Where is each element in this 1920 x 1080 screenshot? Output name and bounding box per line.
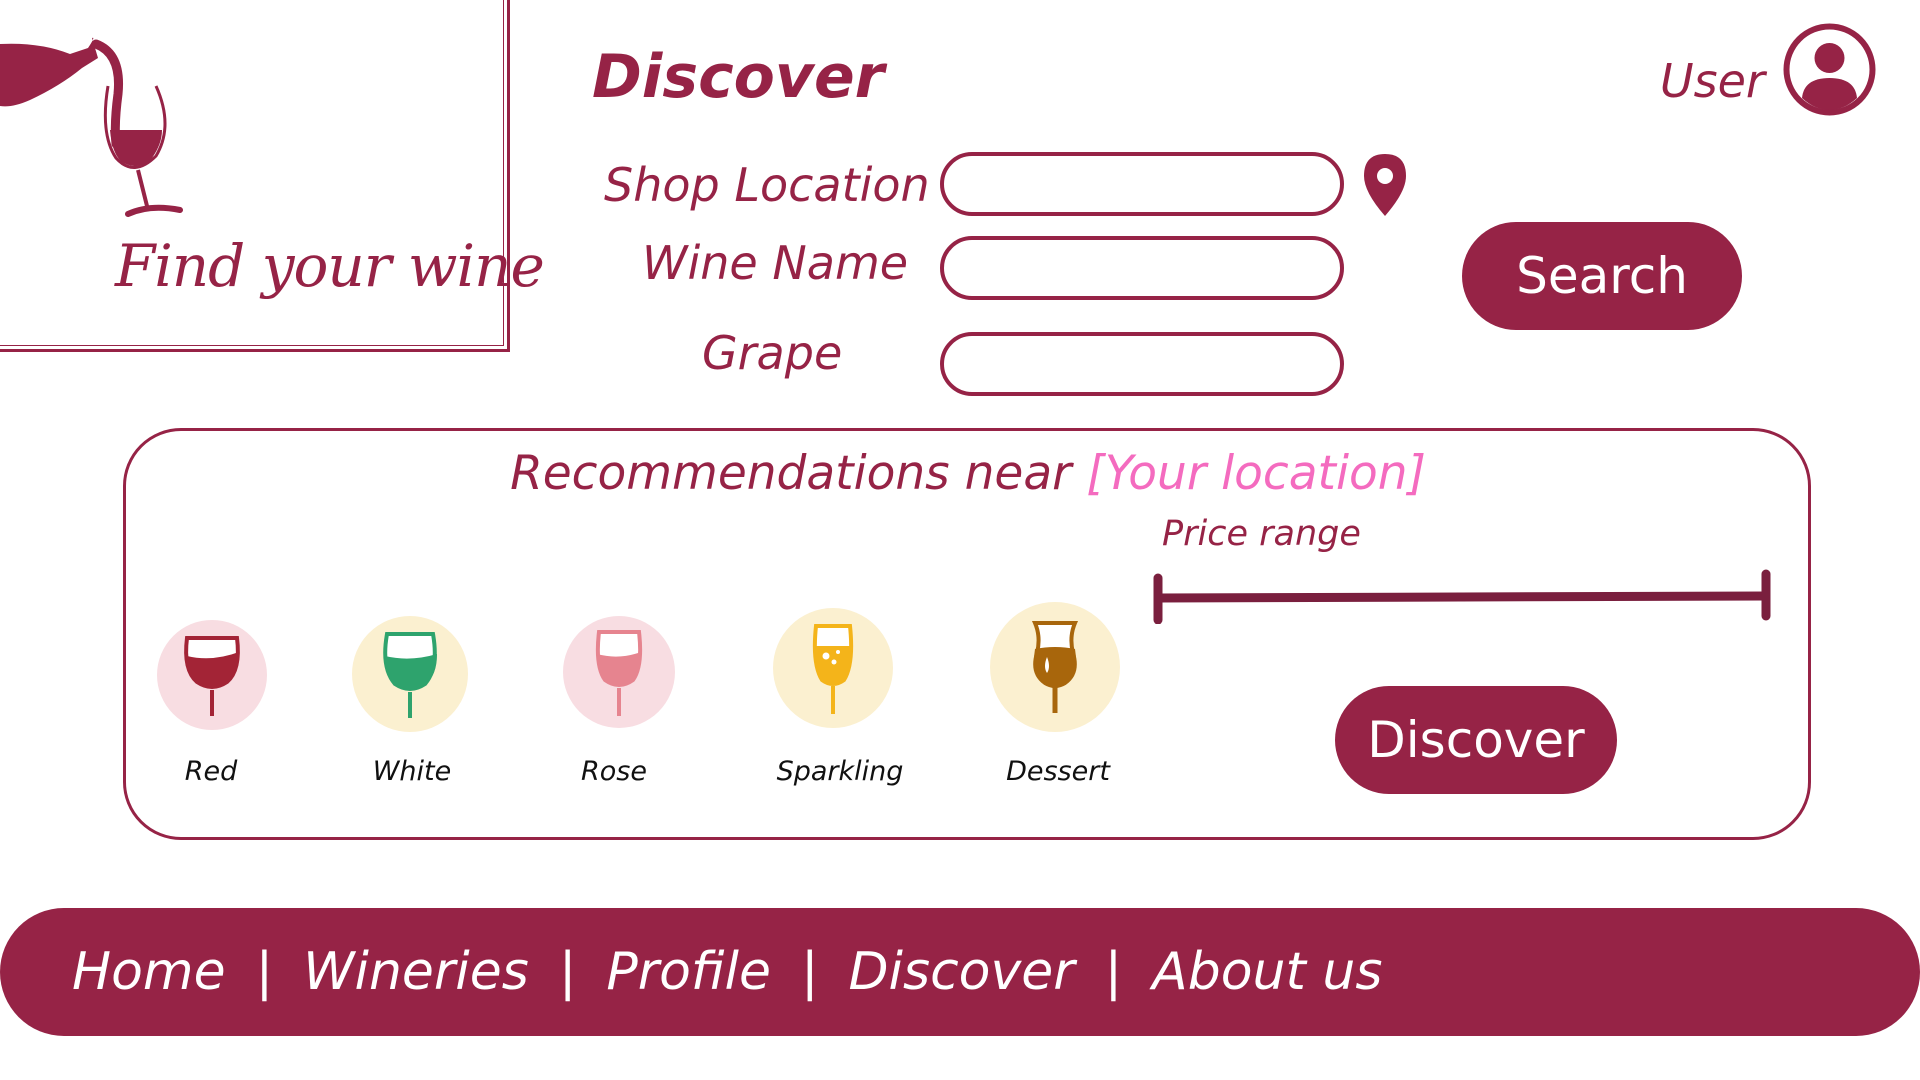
shop-location-label: Shop Location (604, 158, 930, 212)
recommendations-title-prefix: Recommendations near (510, 446, 1087, 501)
discover-button[interactable]: Discover (1335, 686, 1617, 794)
rose-wine-glass-icon (563, 616, 675, 728)
wine-type-rose[interactable] (563, 616, 675, 728)
price-range-label: Price range (1162, 514, 1361, 554)
wine-type-dessert[interactable] (990, 602, 1120, 732)
price-range-slider[interactable] (1148, 568, 1778, 624)
white-wine-glass-icon (352, 616, 468, 732)
wine-type-label: Sparkling (776, 756, 904, 787)
grape-label: Grape (702, 326, 843, 380)
recommendations-title: Recommendations near [Your location] (0, 446, 1920, 501)
wine-type-label: Dessert (1006, 756, 1110, 787)
wine-name-input[interactable] (940, 236, 1344, 300)
nav-wineries[interactable]: Wineries (303, 942, 529, 1002)
logo-tagline: Find your wine (115, 232, 545, 300)
nav-separator: | (1104, 942, 1123, 1002)
footer-nav: Home | Wineries | Profile | Discover | A… (72, 932, 1382, 1012)
user-avatar-icon[interactable] (1782, 22, 1877, 117)
wine-type-label: Rose (581, 756, 647, 787)
wine-type-label: White (372, 756, 452, 787)
sparkling-wine-glass-icon (773, 608, 893, 728)
nav-home[interactable]: Home (72, 942, 226, 1002)
nav-separator: | (800, 942, 819, 1002)
wine-type-label: Red (184, 756, 238, 787)
price-range-track (1153, 591, 1771, 603)
nav-separator: | (255, 942, 274, 1002)
nav-separator: | (558, 942, 577, 1002)
grape-input[interactable] (940, 332, 1344, 396)
red-wine-glass-icon (157, 620, 267, 730)
page-title: Discover (592, 42, 885, 112)
wine-type-white[interactable] (352, 616, 468, 732)
user-label[interactable]: User (1660, 54, 1765, 108)
dessert-wine-glass-icon (990, 602, 1120, 732)
nav-profile[interactable]: Profile (606, 942, 771, 1002)
search-button[interactable]: Search (1462, 222, 1742, 330)
nav-about-us[interactable]: About us (1152, 942, 1382, 1002)
shop-location-input[interactable] (940, 152, 1344, 216)
nav-discover[interactable]: Discover (848, 942, 1074, 1002)
wine-type-sparkling[interactable] (773, 608, 893, 728)
wine-pour-icon (0, 37, 183, 217)
map-pin-icon[interactable] (1362, 152, 1408, 218)
wine-name-label: Wine Name (642, 236, 909, 290)
wine-type-red[interactable] (157, 620, 267, 730)
location-placeholder[interactable]: [Your location] (1086, 446, 1426, 501)
